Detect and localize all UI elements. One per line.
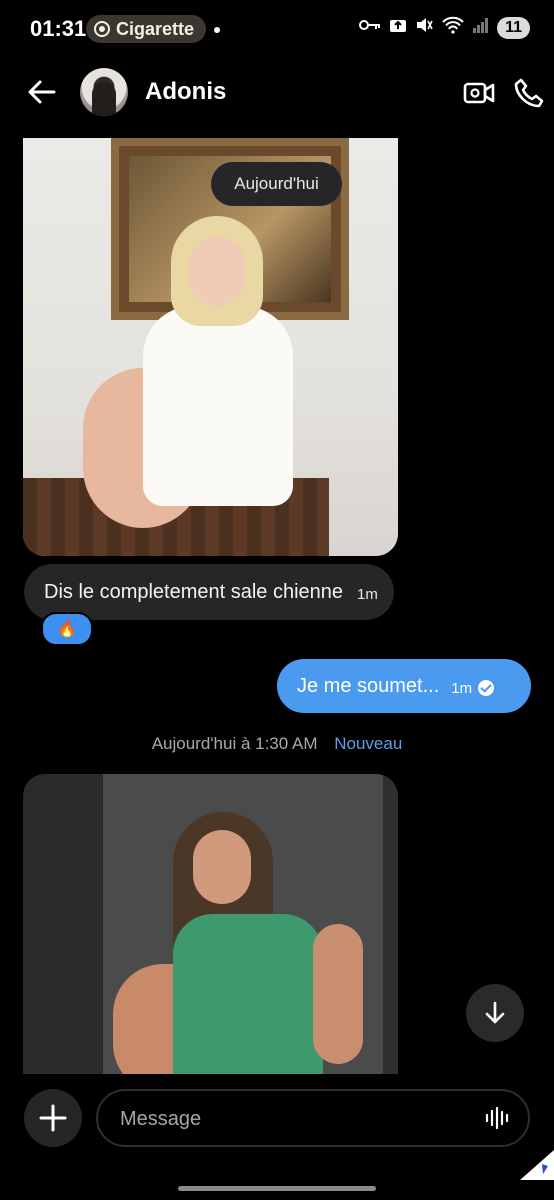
phone-icon	[514, 78, 544, 108]
message-reaction[interactable]: 🔥	[41, 612, 93, 646]
add-attachment-button[interactable]	[24, 1089, 82, 1147]
back-button[interactable]	[26, 76, 58, 108]
message-text: Je me soumet...	[297, 674, 440, 697]
shared-photo[interactable]	[23, 774, 398, 1074]
voice-call-button[interactable]	[512, 76, 546, 110]
battery-indicator: 11	[497, 16, 530, 39]
corner-watermark-icon	[520, 1150, 554, 1180]
message-input[interactable]	[118, 1091, 462, 1147]
scroll-to-bottom-button[interactable]	[466, 984, 524, 1042]
outgoing-message[interactable]: Je me soumet... 1m	[277, 659, 531, 713]
system-icons: 11	[359, 16, 530, 39]
arrow-left-icon	[28, 80, 56, 104]
home-indicator[interactable]	[178, 1186, 376, 1191]
contact-avatar[interactable]	[80, 68, 128, 116]
separator-timestamp: Aujourd'hui à 1:30 AM	[151, 734, 318, 753]
photo-subject-dress	[143, 306, 293, 506]
media-icon	[94, 21, 110, 37]
arrow-down-icon	[485, 1001, 505, 1024]
read-check-icon	[478, 679, 495, 696]
voice-message-button[interactable]	[484, 1105, 510, 1131]
audio-waveform-icon	[485, 1106, 509, 1130]
signal-icon	[473, 17, 489, 38]
status-bar: 01:31 Cigarette 11	[0, 0, 554, 58]
message-text: Dis le completement sale chienne	[44, 580, 344, 603]
photo-subject-face	[189, 236, 245, 306]
notification-dot	[214, 27, 220, 33]
shared-photo[interactable]	[23, 138, 398, 556]
message-input-container[interactable]	[96, 1089, 530, 1147]
photo-subject-arm	[313, 924, 363, 1064]
message-time: 1m	[357, 585, 378, 603]
video-camera-icon	[463, 82, 495, 104]
video-call-button[interactable]	[462, 76, 496, 110]
date-separator-pill: Aujourd'hui	[211, 162, 342, 206]
upload-icon	[389, 17, 407, 38]
fire-emoji-icon: 🔥	[57, 621, 77, 638]
timestamp-separator: Aujourd'hui à 1:30 AM Nouveau	[0, 734, 554, 754]
new-messages-label: Nouveau	[334, 734, 403, 753]
battery-level: 11	[505, 18, 522, 36]
conversation-header: Adonis	[0, 60, 554, 124]
plus-icon	[39, 1104, 67, 1132]
wifi-icon	[441, 16, 465, 39]
media-chip-label: Cigarette	[116, 18, 195, 39]
message-time: 1m	[451, 679, 473, 697]
key-icon	[359, 18, 381, 37]
mute-icon	[415, 16, 433, 39]
media-chip[interactable]: Cigarette	[86, 15, 207, 43]
photo-subject-dress	[173, 914, 323, 1074]
photo-subject-face	[193, 830, 251, 904]
status-time: 01:31	[30, 16, 87, 41]
contact-name[interactable]: Adonis	[145, 78, 226, 106]
